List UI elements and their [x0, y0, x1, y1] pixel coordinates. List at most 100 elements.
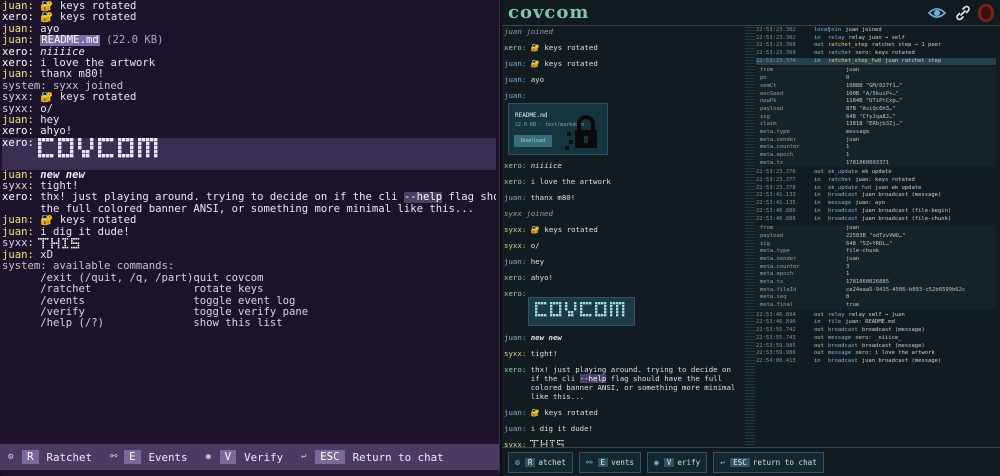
detail-value: 1381B "ERbjb3Zj…": [846, 121, 903, 128]
message-text: thanx m80!: [526, 193, 576, 202]
key-icon: 🔐: [33, 1, 54, 12]
file-link[interactable]: README.md: [40, 35, 100, 47]
username: syxx: [2, 103, 28, 115]
event-row[interactable]: 22:53:23.374 in ratchet_step_fwd juan ratch…: [756, 57, 996, 66]
event-type: ek_update_fwd: [828, 184, 872, 191]
web-shortcut-bar: ⚙ Ratchet ⚯ Events ◉ Verify ↩ ESC return to chat: [502, 447, 1000, 476]
detail-value: 64B "5Z+YRDL…": [846, 240, 893, 247]
event-row[interactable]: 22:53:46.886 in broadcast juan broadcast (f…: [756, 208, 996, 216]
terminal-shortcut-bar: ⚙ R Ratchet ⚯ E Events ◉ V Verify ↩ ESC Return to c…: [0, 444, 499, 470]
terminal-line: juan: ayo: [2, 24, 496, 35]
detail-key: sig: [760, 113, 770, 120]
chat-username: juan: [504, 91, 522, 100]
detail-row: meta.final true: [756, 302, 996, 310]
event-row[interactable]: 22:53:55.743 out message xero: _niiice_: [756, 335, 996, 343]
shortcut-button-esc[interactable]: ↩ ESC return to chat: [713, 451, 824, 473]
file-size: (22.0 KB): [99, 35, 164, 47]
message-text: hey: [526, 257, 545, 266]
chat-username: syxx: [504, 440, 522, 447]
chat-message: xero: i love the artwork: [504, 177, 744, 186]
detail-key: meta.final: [760, 302, 794, 309]
event-time: 22:53:23.369: [756, 50, 796, 57]
message-text: keys rotated: [53, 1, 137, 12]
event-row[interactable]: 22:53:59.985 out broadcast broadcast (messa…: [756, 343, 996, 351]
terminal-line: juan: 🔐 keys rotated: [2, 1, 496, 12]
event-row[interactable]: 22:53:46.894 out relay relay self → juan: [756, 312, 996, 320]
download-button[interactable]: Download: [514, 135, 552, 147]
event-type: ratchet_step: [828, 42, 868, 49]
event-row[interactable]: 22:53:46.888 in broadcast juan broadcast (f…: [756, 216, 996, 224]
key-icon: 🔐: [526, 59, 540, 68]
chat-username: syxx: [504, 241, 522, 250]
terminal-line: juan: 🔐 keys rotated: [2, 215, 496, 226]
pane-resize-handle[interactable]: [745, 27, 755, 447]
ascii-art-block: [528, 297, 635, 326]
shortcut-return-to-chat[interactable]: ↩ ESC Return to chat: [301, 450, 444, 464]
shortcut-verify[interactable]: ◉ V Verify: [206, 450, 283, 464]
detail-value: 3: [846, 263, 850, 270]
event-row[interactable]: 22:53:23.378 in ek_update_fwd juan ek updat…: [756, 185, 996, 193]
link-icon[interactable]: [954, 4, 972, 22]
detail-row: meta.counter 1: [756, 144, 996, 152]
message-text: new new: [33, 169, 85, 181]
chat-message: xero: thx! just playing around. trying t…: [504, 365, 744, 401]
shortcut-key: V: [663, 457, 675, 467]
detail-key: meta.epoch: [760, 152, 794, 158]
command-help-row: /events toggle event log: [2, 296, 496, 307]
shortcut-label: erify: [677, 457, 701, 467]
message-text: thanx m80!: [33, 69, 105, 81]
event-row[interactable]: 22:53:23.362 local join juan joined: [756, 27, 996, 35]
eye-icon[interactable]: [928, 4, 946, 22]
detail-key: sig: [760, 240, 770, 247]
shortcut-ratchet[interactable]: ⚙ R Ratchet: [8, 450, 92, 464]
event-row[interactable]: 22:53:59.986 out message xero: i love the a…: [756, 350, 996, 358]
event-time: 22:53:23.362: [756, 27, 796, 33]
event-row[interactable]: 22:54:00.413 in broadcast juan broadcast (m…: [756, 358, 996, 366]
event-row[interactable]: 22:53:55.742 out broadcast broadcast (messa…: [756, 327, 996, 335]
shortcut-icon: ↩: [720, 457, 726, 467]
shortcut-button-r[interactable]: ⚙ Ratchet: [508, 451, 573, 473]
event-row[interactable]: 22:53:23.377 in ratchet juan: keys rotated: [756, 177, 996, 185]
detail-value: true: [846, 302, 860, 309]
event-text: broadcast (message): [861, 327, 925, 334]
shortcut-button-e[interactable]: ⚯ Events: [578, 451, 641, 473]
event-row[interactable]: 22:53:23.362 in relay relay juan → self: [756, 35, 996, 43]
event-row[interactable]: 22:53:23.376 out ek_update ek update: [756, 169, 996, 177]
message-text: niiiice: [33, 46, 85, 58]
terminal-line: juan: i dig it dude!: [2, 227, 496, 238]
event-text: juan broadcast (file-chunk): [861, 215, 952, 222]
detail-row: meta.sender juan: [756, 255, 996, 264]
chat-message: juan: 🔐 keys rotated: [504, 408, 744, 417]
event-row[interactable]: 22:53:23.369 out ratchet xero: keys rotated: [756, 50, 996, 58]
detail-key: xemCt: [760, 82, 777, 89]
chat-message: xero: niiiice: [504, 161, 744, 170]
avatar[interactable]: [978, 4, 994, 22]
shortcut-key: R: [22, 450, 39, 464]
shortcut-label: Ratchet: [46, 450, 93, 464]
event-time: 22:53:46.894: [756, 311, 796, 318]
command-name: /ratchet: [2, 284, 194, 296]
shortcut-button-v[interactable]: ◉ Verify: [646, 451, 708, 473]
event-type: join: [828, 27, 842, 33]
event-type: broadcast: [828, 342, 858, 349]
shortcut-events[interactable]: ⚯ E Events: [110, 450, 188, 464]
event-row[interactable]: 22:53:41.135 in message juan: ayo: [756, 200, 996, 208]
detail-key: meta.ts: [760, 279, 784, 285]
event-text: juan broadcast (message): [861, 192, 942, 199]
event-row[interactable]: 22:53:23.368 out ratchet_step ratchet step …: [756, 42, 996, 50]
shortcut-key: ESC: [730, 457, 750, 467]
detail-key: meta.sender: [760, 255, 797, 262]
event-type: message: [828, 200, 852, 207]
terminal-output: juan: 🔐 keys rotated xero: 🔐 keys rotated…: [2, 1, 496, 443]
terminal-line: juan: hey: [2, 115, 496, 126]
detail-key: meta.seq: [760, 294, 787, 301]
shortcut-label: Return to chat: [352, 450, 444, 464]
event-row[interactable]: 22:53:46.896 in file juan: README.md: [756, 319, 996, 327]
detail-row: meta.counter 3: [756, 263, 996, 272]
join-notice: juan joined: [504, 27, 553, 36]
event-row[interactable]: 22:53:41.133 in broadcast juan broadcast (m…: [756, 192, 996, 200]
chat-message: syxx joined: [504, 209, 744, 218]
username: xero: [2, 192, 28, 204]
detail-key: meta.counter: [760, 263, 800, 270]
chat-username: juan: [504, 333, 522, 342]
